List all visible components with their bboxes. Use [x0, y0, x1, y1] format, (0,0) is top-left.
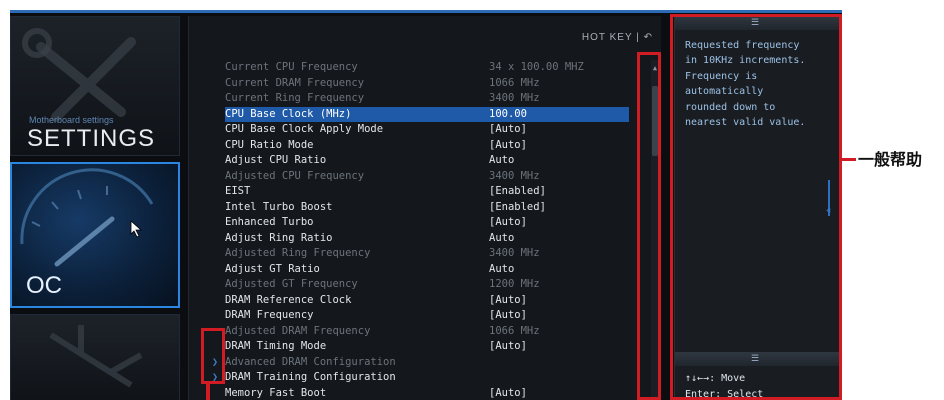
setting-label: Intel Turbo Boost — [225, 200, 333, 213]
setting-row[interactable]: CPU Base Clock (MHz) 100.00 — [225, 106, 629, 122]
settings-label: SETTINGS — [27, 125, 156, 152]
setting-value: 3400 MHz — [489, 92, 540, 104]
settings-subtitle: Motherboard settings — [29, 115, 114, 125]
usb-icon — [49, 325, 143, 388]
setting-value: [Auto] — [489, 123, 527, 135]
setting-value: 3400 MHz — [489, 169, 540, 182]
setting-value: Auto — [489, 231, 515, 244]
setting-value: Auto — [489, 154, 515, 166]
setting-row[interactable]: CPU Base Clock Apply Mode [Auto] — [225, 122, 629, 138]
setting-label: Adjust Ring Ratio — [225, 231, 333, 244]
top-accent-line — [10, 10, 842, 13]
setting-value: 1066 MHz — [489, 324, 540, 337]
setting-row[interactable]: DRAM Timing Mode [Auto] — [225, 339, 629, 355]
setting-row[interactable]: Intel Turbo Boost [Enabled] — [225, 200, 629, 216]
setting-row[interactable]: Memory Fast Boot [Auto] — [225, 386, 629, 400]
oc-settings-panel: HOT KEY | ↶ Current CPU Frequency 34 x 10… — [188, 16, 661, 400]
hotkey-back-button[interactable]: HOT KEY | ↶ — [582, 32, 653, 43]
setting-label: DRAM Timing Mode — [225, 340, 327, 352]
annotation-submenu-box — [201, 328, 225, 384]
setting-row[interactable]: Current Ring Frequency 3400 MHz — [225, 91, 629, 107]
nav-oc-tile[interactable]: OC — [10, 162, 180, 308]
setting-value: 100.00 — [489, 107, 527, 120]
setting-row[interactable]: Adjust GT Ratio Auto — [225, 262, 629, 278]
setting-label: Adjusted GT Frequency — [225, 278, 358, 290]
setting-value: 1200 MHz — [489, 278, 540, 290]
oc-label: OC — [26, 272, 62, 299]
setting-label: Adjusted Ring Frequency — [225, 247, 371, 259]
setting-value: Auto — [489, 262, 515, 275]
setting-value: [Enabled] — [489, 200, 546, 213]
nav-settings-tile[interactable]: Motherboard settings SETTINGS — [10, 16, 180, 156]
setting-label: Adjusted DRAM Frequency — [225, 324, 371, 337]
setting-row[interactable]: DRAM Frequency [Auto] — [225, 308, 629, 324]
setting-row[interactable]: ❯ DRAM Training Configuration — [212, 370, 629, 386]
setting-label: Memory Fast Boot — [225, 386, 327, 399]
setting-label: Current DRAM Frequency — [225, 76, 365, 89]
settings-list: Current CPU Frequency 34 x 100.00 MHZ Curr… — [212, 60, 629, 400]
setting-label: CPU Base Clock Apply Mode — [225, 123, 384, 135]
setting-value: 1066 MHz — [489, 76, 540, 89]
setting-row[interactable]: Adjusted Ring Frequency 3400 MHz — [225, 246, 629, 262]
setting-label: Adjusted CPU Frequency — [225, 169, 365, 182]
setting-row[interactable]: Adjust Ring Ratio Auto — [225, 231, 629, 247]
setting-label: Adjust GT Ratio — [225, 262, 320, 275]
setting-row[interactable]: Adjust CPU Ratio Auto — [225, 153, 629, 169]
setting-label: CPU Base Clock (MHz) — [225, 107, 352, 120]
nav-mflash-tile[interactable] — [10, 314, 180, 400]
setting-row[interactable]: EIST [Enabled] — [225, 184, 629, 200]
setting-row[interactable]: Current DRAM Frequency 1066 MHz — [225, 76, 629, 92]
annotation-callout-line — [842, 158, 856, 161]
mouse-cursor-icon — [130, 220, 143, 238]
setting-value: [Auto] — [489, 340, 527, 352]
setting-label: EIST — [225, 185, 251, 197]
setting-row[interactable]: Adjusted GT Frequency 1200 MHz — [225, 277, 629, 293]
annotation-help-box — [670, 14, 842, 400]
setting-value: [Auto] — [489, 293, 527, 306]
setting-value: [Auto] — [489, 138, 527, 151]
setting-row[interactable]: CPU Ratio Mode [Auto] — [225, 138, 629, 154]
setting-label: DRAM Frequency — [225, 309, 314, 321]
setting-row[interactable]: DRAM Reference Clock [Auto] — [225, 293, 629, 309]
setting-value: 34 x 100.00 MHZ — [489, 61, 584, 73]
annotation-callout-label: 一般帮助 — [858, 150, 923, 169]
setting-label: DRAM Training Configuration — [225, 371, 396, 383]
setting-label: Adjust CPU Ratio — [225, 154, 327, 166]
setting-row[interactable]: Enhanced Turbo [Auto] — [225, 215, 629, 231]
annotation-submenu-stub — [206, 384, 210, 400]
setting-row[interactable]: ❯ Advanced DRAM Configuration — [212, 355, 629, 371]
setting-label: Current Ring Frequency — [225, 92, 365, 104]
setting-value: [Auto] — [489, 386, 527, 399]
setting-value: [Enabled] — [489, 185, 546, 197]
setting-label: DRAM Reference Clock — [225, 293, 352, 306]
setting-label: Advanced DRAM Configuration — [225, 355, 396, 368]
setting-label: Current CPU Frequency — [225, 61, 358, 73]
setting-label: CPU Ratio Mode — [225, 138, 314, 151]
setting-row[interactable]: Adjusted CPU Frequency 3400 MHz — [225, 169, 629, 185]
setting-label: Enhanced Turbo — [225, 216, 314, 228]
setting-row[interactable]: Current CPU Frequency 34 x 100.00 MHZ — [225, 60, 629, 76]
setting-value: [Auto] — [489, 216, 527, 228]
setting-row[interactable]: Adjusted DRAM Frequency 1066 MHz — [225, 324, 629, 340]
setting-value: [Auto] — [489, 309, 527, 321]
setting-value: 3400 MHz — [489, 247, 540, 259]
annotation-scrollbar-box — [637, 52, 661, 400]
